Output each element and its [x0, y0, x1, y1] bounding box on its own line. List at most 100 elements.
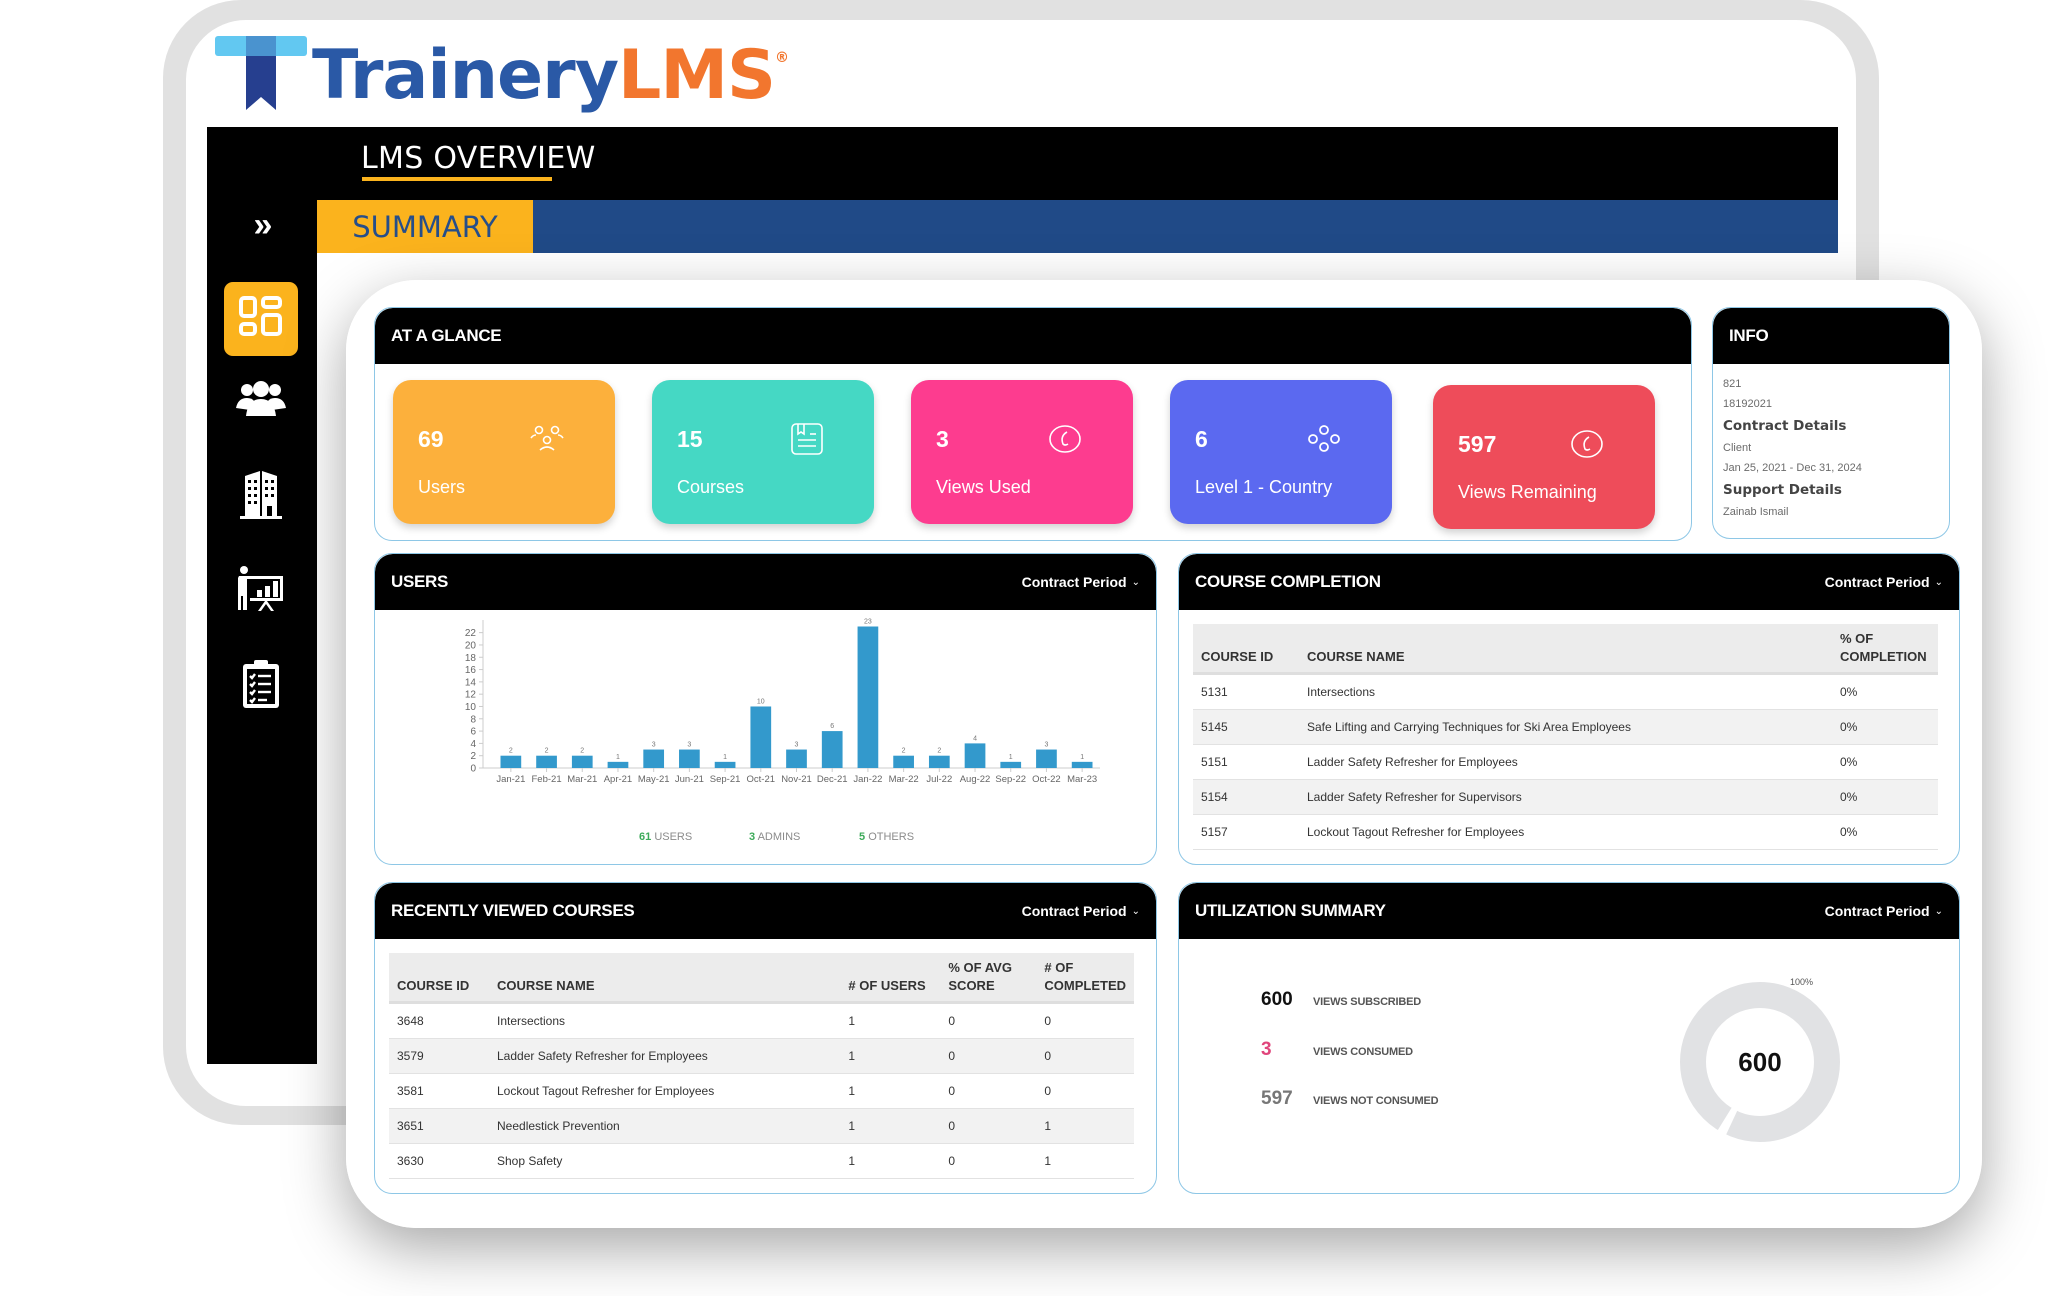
bar-value-label: 1 — [1009, 754, 1013, 761]
clipboard-checklist-icon — [243, 660, 279, 708]
support-contact: Zainab Ismail — [1723, 506, 1789, 518]
table-row[interactable]: 3651 Needlestick Prevention 1 0 1 — [389, 1108, 1134, 1144]
utilization-donut-chart: 100% 600 — [1680, 977, 1840, 1142]
x-tick-label: Jan-21 — [496, 774, 525, 785]
tile-courses[interactable]: 15 Courses — [652, 380, 874, 524]
table-row[interactable]: 3648 Intersections 1 0 0 — [389, 1002, 1134, 1039]
table-row[interactable]: 5131 Intersections 0% — [1193, 673, 1938, 710]
at-a-glance-header: AT A GLANCE — [375, 308, 1691, 364]
tile-users[interactable]: 69 Users — [393, 380, 615, 524]
tab-summary[interactable]: SUMMARY — [317, 200, 533, 253]
dashboard-icon — [239, 296, 282, 336]
panel-title: RECENTLY VIEWED COURSES — [391, 901, 635, 920]
utilization-header: UTILIZATION SUMMARY Contract Period ⌄ — [1179, 883, 1959, 939]
bar — [607, 761, 629, 768]
donut-segment-consumed — [1717, 1106, 1738, 1136]
table-cell: 0 — [940, 1108, 1037, 1144]
table-cell: 1 — [840, 1038, 941, 1074]
tile-views-remaining[interactable]: 597 Views Remaining — [1433, 385, 1655, 529]
util-label: VIEWS CONSUMED — [1313, 1046, 1413, 1058]
table-row[interactable]: 5154 Ladder Safety Refresher for Supervis… — [1193, 779, 1938, 815]
bar — [857, 626, 879, 768]
tile-views-used[interactable]: 3 Views Used — [911, 380, 1133, 524]
recent-courses-header: RECENTLY VIEWED COURSES Contract Period … — [375, 883, 1156, 939]
table-cell: 5154 — [1193, 779, 1299, 815]
expand-sidebar-button[interactable]: » — [243, 205, 283, 245]
chevron-down-icon: ⌄ — [1934, 576, 1943, 588]
table-row[interactable]: 5151 Ladder Safety Refresher for Employee… — [1193, 744, 1938, 780]
course-completion-header: COURSE COMPLETION Contract Period ⌄ — [1179, 554, 1959, 610]
chevron-down-icon: ⌄ — [1934, 905, 1943, 917]
info-code: 18192021 — [1723, 398, 1772, 410]
course-completion-table-wrap: COURSE ID COURSE NAME % OF COMPLETION 51… — [1179, 610, 1952, 850]
column-header[interactable]: COURSE ID — [389, 953, 489, 1004]
period-label: Contract Period — [1824, 574, 1930, 590]
y-tick-label: 14 — [465, 677, 477, 688]
bar-value-label: 1 — [1080, 754, 1084, 761]
x-tick-label: Jul-22 — [926, 774, 952, 785]
y-tick-label: 8 — [470, 714, 476, 725]
table-row[interactable]: 5145 Safe Lifting and Carrying Techniques… — [1193, 709, 1938, 745]
legend-label: USERS — [654, 831, 693, 843]
column-header[interactable]: COURSE ID — [1193, 624, 1299, 675]
bar — [928, 755, 950, 768]
table-cell: 3648 — [389, 1002, 489, 1039]
sidebar-item-users[interactable] — [224, 362, 298, 436]
bar — [643, 749, 665, 768]
table-cell: 1 — [840, 1143, 941, 1179]
users-bar-chart: 02468101214161820222Jan-212Feb-212Mar-21… — [465, 619, 1100, 785]
table-row[interactable]: 3581 Lockout Tagout Refresher for Employe… — [389, 1073, 1134, 1109]
sidebar-item-organizations[interactable] — [224, 458, 298, 532]
table-cell: Lockout Tagout Refresher for Employees — [489, 1073, 841, 1109]
info-id: 821 — [1723, 378, 1742, 390]
util-views-not-consumed: 597 VIEWS NOT CONSUMED — [1261, 1088, 1439, 1110]
bar-value-label: 2 — [545, 748, 549, 755]
tile-level-country[interactable]: 6 Level 1 - Country — [1170, 380, 1392, 524]
tile-label: Courses — [677, 477, 745, 497]
column-header[interactable]: # OF USERS — [840, 953, 941, 1004]
bar-value-label: 2 — [902, 748, 906, 755]
column-header[interactable]: COURSE NAME — [489, 953, 841, 1004]
table-cell: Safe Lifting and Carrying Techniques for… — [1299, 709, 1832, 745]
column-header[interactable]: % OF AVG SCORE — [940, 953, 1037, 1004]
sidebar-item-reports[interactable] — [224, 552, 298, 626]
x-tick-label: Aug-22 — [960, 774, 991, 785]
table-cell: 0 — [940, 1038, 1037, 1074]
brand-wordmark: TraineryLMS® — [312, 36, 789, 115]
util-views-subscribed: 600 VIEWS SUBSCRIBED — [1261, 989, 1421, 1011]
table-cell: Ladder Safety Refresher for Employees — [489, 1038, 841, 1074]
y-tick-label: 22 — [465, 628, 477, 639]
column-header[interactable]: COURSE NAME — [1299, 624, 1832, 675]
column-header[interactable]: % OF COMPLETION — [1832, 624, 1938, 675]
bar-value-label: 10 — [757, 698, 765, 705]
table-row[interactable]: 3630 Shop Safety 1 0 1 — [389, 1143, 1134, 1179]
tile-value: 69 — [418, 426, 444, 452]
tile-label: Views Remaining — [1458, 482, 1597, 502]
tab-bar — [317, 200, 1838, 253]
bar-value-label: 2 — [937, 748, 941, 755]
util-value: 3 — [1261, 1039, 1272, 1060]
table-cell: 3579 — [389, 1038, 489, 1074]
util-value: 600 — [1261, 989, 1293, 1010]
course-book-icon — [791, 423, 823, 455]
table-cell: Intersections — [1299, 673, 1832, 710]
table-row[interactable]: 5157 Lockout Tagout Refresher for Employe… — [1193, 814, 1938, 850]
sidebar-item-dashboard[interactable] — [224, 282, 298, 356]
period-dropdown[interactable]: Contract Period ⌄ — [1825, 574, 1943, 590]
util-value: 597 — [1261, 1088, 1293, 1109]
sidebar-item-assessments[interactable] — [224, 646, 298, 720]
period-dropdown[interactable]: Contract Period ⌄ — [1825, 903, 1943, 919]
table-row[interactable]: 3579 Ladder Safety Refresher for Employee… — [389, 1038, 1134, 1074]
y-tick-label: 6 — [470, 727, 476, 738]
util-views-consumed: 3 VIEWS CONSUMED — [1261, 1039, 1413, 1061]
panel-title: COURSE COMPLETION — [1195, 572, 1381, 591]
x-tick-label: Apr-21 — [604, 774, 633, 785]
table-cell: 1 — [1036, 1108, 1134, 1144]
period-dropdown[interactable]: Contract Period ⌄ — [1022, 574, 1140, 590]
table-cell: 3630 — [389, 1143, 489, 1179]
legend-users: 61 USERS — [639, 831, 692, 843]
donut-percent-label: 100% — [1790, 977, 1813, 987]
column-header[interactable]: # OF COMPLETED — [1036, 953, 1134, 1004]
bar-value-label: 3 — [1044, 742, 1048, 749]
period-dropdown[interactable]: Contract Period ⌄ — [1022, 903, 1140, 919]
